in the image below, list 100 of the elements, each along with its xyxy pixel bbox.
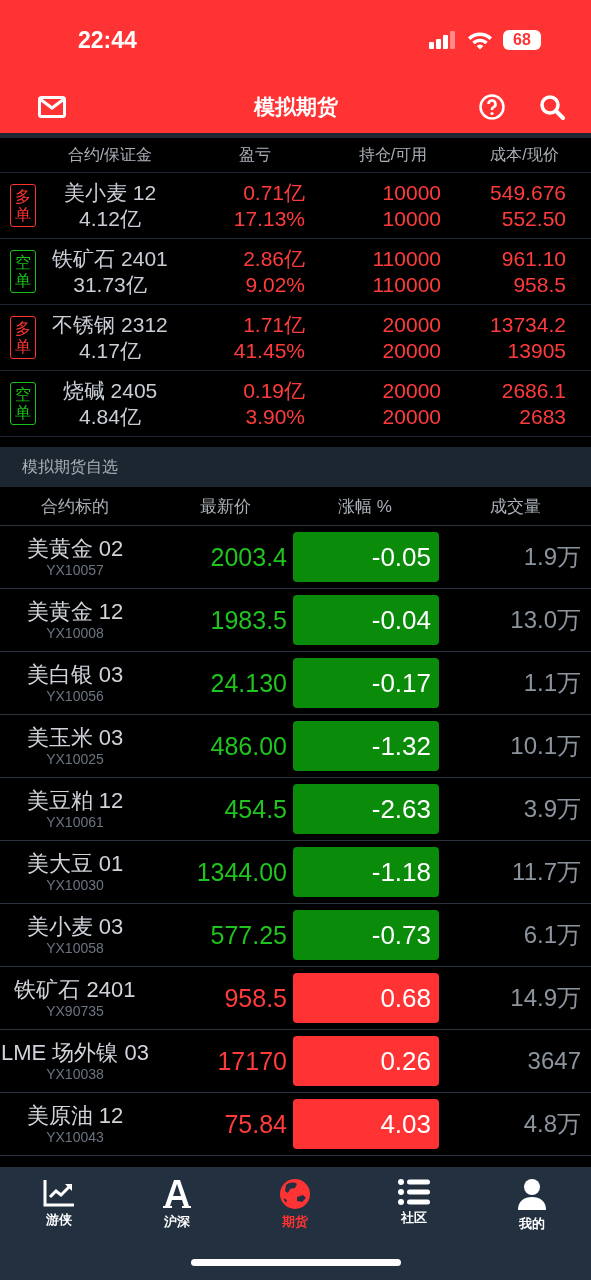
column-header: 合约/保证金 bbox=[66, 144, 154, 165]
volume-value: 1.9万 bbox=[522, 542, 582, 572]
pnl-value: 0.19亿 bbox=[243, 377, 305, 404]
available-value: 20000 bbox=[382, 337, 441, 364]
contract-code: YX10030 bbox=[46, 877, 104, 893]
change-pill: 4.03 bbox=[293, 1099, 439, 1149]
search-icon[interactable] bbox=[539, 93, 565, 120]
volume-value: 13.0万 bbox=[509, 605, 582, 635]
pnl-value: 2.86亿 bbox=[243, 245, 305, 272]
tab[interactable]: 社区 bbox=[378, 1179, 449, 1233]
change-pill: -2.63 bbox=[293, 784, 439, 834]
contract-name: 美大豆 01 bbox=[26, 851, 124, 877]
person-icon bbox=[516, 1179, 547, 1211]
watchlist-row[interactable]: 美黄金 12 YX10008 1983.5 -0.04 13.0万 bbox=[0, 589, 591, 652]
battery-icon: 68 bbox=[503, 30, 541, 50]
watchlist-row[interactable]: 美小麦 03 YX10058 577.25 -0.73 6.1万 bbox=[0, 904, 591, 967]
current-price: 958.5 bbox=[513, 271, 566, 298]
volume-value: 10.1万 bbox=[509, 731, 582, 761]
globe-icon bbox=[280, 1179, 311, 1209]
position-value: 20000 bbox=[382, 377, 441, 404]
contract-name: 美黄金 12 bbox=[26, 599, 124, 625]
watchlist-row[interactable]: 美原油 12 YX10043 75.84 4.03 4.8万 bbox=[0, 1093, 591, 1156]
contract-name: 美原油 12 bbox=[26, 1103, 124, 1129]
position-side-tag: 多单 bbox=[9, 315, 36, 360]
mail-icon[interactable] bbox=[38, 95, 66, 118]
volume-value: 4.8万 bbox=[522, 1109, 582, 1139]
change-pill: -1.18 bbox=[293, 847, 439, 897]
status-time: 22:44 bbox=[78, 26, 137, 54]
watchlist-row[interactable]: LME 场外镍 03 YX10038 17170 0.26 3647 bbox=[0, 1030, 591, 1093]
volume-value: 6.1万 bbox=[522, 920, 582, 950]
volume-value: 1.1万 bbox=[522, 668, 582, 698]
pnl-percent: 41.45% bbox=[233, 337, 305, 364]
signal-icon bbox=[429, 31, 457, 49]
contract-name: 美小麦 12 bbox=[63, 179, 157, 206]
column-header: 涨幅 % bbox=[337, 495, 393, 518]
contract-name: 美白银 03 bbox=[26, 662, 124, 688]
tab[interactable]: 沪深 bbox=[142, 1179, 213, 1233]
watchlist-row[interactable]: 铁矿石 2401 YX90735 958.5 0.68 14.9万 bbox=[0, 967, 591, 1030]
margin-value: 4.17亿 bbox=[79, 337, 141, 364]
contract-code: YX10025 bbox=[46, 751, 104, 767]
contract-name: 烧碱 2405 bbox=[62, 377, 158, 404]
section-title: 模拟期货自选 bbox=[22, 456, 118, 477]
column-header: 盈亏 bbox=[238, 144, 272, 165]
change-pill: -0.04 bbox=[293, 595, 439, 645]
change-pill: -0.73 bbox=[293, 910, 439, 960]
change-pill: 0.26 bbox=[293, 1036, 439, 1086]
tab[interactable]: 游侠 bbox=[24, 1179, 95, 1233]
margin-value: 31.73亿 bbox=[73, 271, 147, 298]
change-pill: -0.17 bbox=[293, 658, 439, 708]
tab[interactable]: 我的 bbox=[496, 1179, 567, 1233]
latest-price: 958.5 bbox=[223, 983, 288, 1013]
pnl-percent: 17.13% bbox=[233, 205, 305, 232]
latest-price: 454.5 bbox=[223, 794, 288, 824]
contract-name: LME 场外镍 03 bbox=[1, 1040, 149, 1066]
cost-price: 961.10 bbox=[501, 245, 566, 272]
column-header: 合约标的 bbox=[40, 495, 110, 518]
latest-price: 75.84 bbox=[223, 1109, 288, 1139]
watchlist-row[interactable]: 美豆粕 12 YX10061 454.5 -2.63 3.9万 bbox=[0, 778, 591, 841]
margin-value: 4.84亿 bbox=[79, 403, 141, 430]
contract-code: YX10056 bbox=[46, 688, 104, 704]
column-header: 成交量 bbox=[489, 495, 542, 518]
latest-price: 486.00 bbox=[209, 731, 288, 761]
contract-name: 铁矿石 2401 bbox=[52, 245, 168, 272]
volume-value: 3647 bbox=[526, 1047, 582, 1075]
available-value: 20000 bbox=[382, 403, 441, 430]
contract-name: 美黄金 02 bbox=[26, 536, 124, 562]
change-pill: 0.68 bbox=[293, 973, 439, 1023]
contract-code: YX10008 bbox=[46, 625, 104, 641]
pnl-percent: 9.02% bbox=[245, 271, 305, 298]
watchlist-row[interactable]: 美黄金 02 YX10057 2003.4 -0.05 1.9万 bbox=[0, 526, 591, 589]
contract-code: YX10043 bbox=[46, 1129, 104, 1145]
column-header: 成本/现价 bbox=[489, 144, 560, 165]
column-header: 最新价 bbox=[198, 495, 252, 518]
position-side-tag: 多单 bbox=[9, 183, 36, 228]
volume-value: 11.7万 bbox=[511, 857, 582, 887]
current-price: 552.50 bbox=[501, 205, 566, 232]
contract-name: 铁矿石 2401 bbox=[14, 977, 136, 1003]
contract-code: YX90735 bbox=[46, 1003, 104, 1019]
position-value: 10000 bbox=[382, 179, 441, 206]
watchlist-row[interactable]: 美玉米 03 YX10025 486.00 -1.32 10.1万 bbox=[0, 715, 591, 778]
margin-value: 4.12亿 bbox=[79, 205, 141, 232]
change-pill: -1.32 bbox=[293, 721, 439, 771]
column-header: 持仓/可用 bbox=[357, 144, 429, 165]
watchlist-row[interactable]: 美白银 03 YX10056 24.130 -0.17 1.1万 bbox=[0, 652, 591, 715]
latest-price: 577.25 bbox=[209, 920, 288, 950]
latest-price: 1344.00 bbox=[195, 857, 288, 887]
contract-name: 美豆粕 12 bbox=[26, 788, 124, 814]
contract-code: YX10058 bbox=[46, 940, 104, 956]
latest-price: 1983.5 bbox=[209, 605, 288, 635]
pnl-value: 0.71亿 bbox=[243, 179, 305, 206]
cost-price: 13734.2 bbox=[490, 311, 566, 338]
watchlist-row[interactable]: 美大豆 01 YX10030 1344.00 -1.18 11.7万 bbox=[0, 841, 591, 904]
cost-price: 2686.1 bbox=[501, 377, 566, 404]
help-icon[interactable] bbox=[479, 93, 505, 120]
tab[interactable]: 期货 bbox=[260, 1179, 331, 1233]
position-side-tag: 空单 bbox=[9, 249, 36, 294]
contract-name: 美玉米 03 bbox=[26, 725, 124, 751]
position-value: 20000 bbox=[382, 311, 441, 338]
position-side-tag: 空单 bbox=[9, 381, 36, 426]
volume-value: 3.9万 bbox=[522, 794, 582, 824]
